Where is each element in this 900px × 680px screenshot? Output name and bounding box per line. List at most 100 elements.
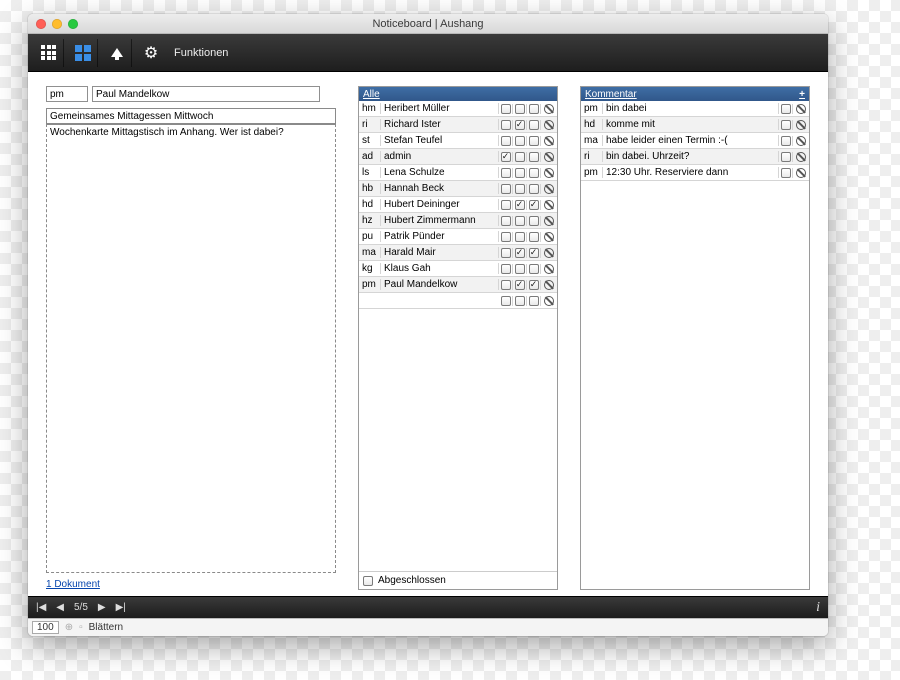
ban-icon[interactable] — [544, 280, 554, 290]
check-3[interactable] — [529, 200, 539, 210]
ban-icon[interactable] — [544, 264, 554, 274]
check-2[interactable] — [515, 200, 525, 210]
ban-icon[interactable] — [796, 136, 806, 146]
check-2[interactable] — [515, 152, 525, 162]
check-3[interactable] — [529, 152, 539, 162]
ban-icon[interactable] — [544, 184, 554, 194]
check-3[interactable] — [529, 184, 539, 194]
arrow-up-icon — [111, 48, 123, 57]
author-code-field[interactable] — [46, 86, 88, 102]
check-1[interactable] — [501, 280, 511, 290]
person-name: Harald Mair — [381, 247, 499, 258]
comment-code: hd — [581, 119, 603, 130]
check-3[interactable] — [529, 280, 539, 290]
comment-check[interactable] — [781, 104, 791, 114]
comment-code: pm — [581, 103, 603, 114]
ban-icon[interactable] — [796, 152, 806, 162]
check-2[interactable] — [515, 264, 525, 274]
check-2[interactable] — [515, 296, 525, 306]
check-2[interactable] — [515, 136, 525, 146]
comment-check[interactable] — [781, 168, 791, 178]
check-3[interactable] — [529, 120, 539, 130]
ban-icon[interactable] — [544, 120, 554, 130]
comments-header-label: Kommentar — [585, 89, 637, 100]
check-2[interactable] — [515, 216, 525, 226]
closed-checkbox[interactable] — [363, 576, 373, 586]
people-footer: Abgeschlossen — [359, 571, 557, 589]
comment-row: pm12:30 Uhr. Reserviere dann — [581, 165, 809, 181]
comment-text: habe leider einen Termin :-( — [603, 135, 779, 146]
check-2[interactable] — [515, 232, 525, 242]
check-1[interactable] — [501, 232, 511, 242]
ban-icon[interactable] — [544, 200, 554, 210]
check-2[interactable] — [515, 104, 525, 114]
comment-check[interactable] — [781, 136, 791, 146]
check-2[interactable] — [515, 168, 525, 178]
comment-check[interactable] — [781, 152, 791, 162]
check-1[interactable] — [501, 216, 511, 226]
check-3[interactable] — [529, 248, 539, 258]
next-record-button[interactable]: ▶ — [98, 602, 106, 613]
last-record-button[interactable]: ▶| — [116, 602, 126, 613]
check-2[interactable] — [515, 248, 525, 258]
check-2[interactable] — [515, 120, 525, 130]
check-1[interactable] — [501, 168, 511, 178]
check-3[interactable] — [529, 168, 539, 178]
author-name-field[interactable] — [92, 86, 320, 102]
prev-record-button[interactable]: ◀ — [56, 602, 64, 613]
check-3[interactable] — [529, 216, 539, 226]
functions-button[interactable]: ⚙ — [136, 39, 166, 67]
zoom-field[interactable]: 100 — [32, 621, 59, 634]
ban-icon[interactable] — [544, 232, 554, 242]
info-button[interactable]: i — [816, 600, 820, 616]
gear-icon: ⚙ — [144, 43, 158, 63]
check-3[interactable] — [529, 296, 539, 306]
grid-view-button[interactable] — [34, 39, 64, 67]
person-name: admin — [381, 151, 499, 162]
ban-icon[interactable] — [544, 168, 554, 178]
ban-icon[interactable] — [796, 104, 806, 114]
ban-icon[interactable] — [796, 120, 806, 130]
people-row: hdHubert Deininger — [359, 197, 557, 213]
check-2[interactable] — [515, 280, 525, 290]
attachments-link[interactable]: 1 Dokument — [46, 579, 336, 590]
person-code: ri — [359, 119, 381, 130]
person-code: hd — [359, 199, 381, 210]
check-3[interactable] — [529, 232, 539, 242]
check-3[interactable] — [529, 104, 539, 114]
comment-check[interactable] — [781, 120, 791, 130]
comment-row: pmbin dabei — [581, 101, 809, 117]
check-1[interactable] — [501, 104, 511, 114]
add-comment-button[interactable]: + — [799, 89, 805, 100]
ban-icon[interactable] — [544, 216, 554, 226]
upload-button[interactable] — [102, 39, 132, 67]
check-3[interactable] — [529, 136, 539, 146]
check-1[interactable] — [501, 248, 511, 258]
subject-field[interactable] — [46, 108, 336, 124]
check-3[interactable] — [529, 264, 539, 274]
ban-icon[interactable] — [796, 168, 806, 178]
check-1[interactable] — [501, 184, 511, 194]
divider: ⊕ — [65, 622, 73, 633]
body-field[interactable]: Wochenkarte Mittagstisch im Anhang. Wer … — [46, 124, 336, 573]
check-1[interactable] — [501, 264, 511, 274]
person-code: hz — [359, 215, 381, 226]
tile-view-button[interactable] — [68, 39, 98, 67]
check-1[interactable] — [501, 296, 511, 306]
check-1[interactable] — [501, 152, 511, 162]
check-1[interactable] — [501, 200, 511, 210]
person-code: st — [359, 135, 381, 146]
ban-icon[interactable] — [544, 104, 554, 114]
ban-icon[interactable] — [544, 136, 554, 146]
people-row: maHarald Mair — [359, 245, 557, 261]
person-name: Richard Ister — [381, 119, 499, 130]
check-1[interactable] — [501, 120, 511, 130]
check-1[interactable] — [501, 136, 511, 146]
closed-label: Abgeschlossen — [378, 575, 446, 586]
first-record-button[interactable]: |◀ — [36, 602, 46, 613]
check-2[interactable] — [515, 184, 525, 194]
ban-icon[interactable] — [544, 296, 554, 306]
people-row: pmPaul Mandelkow — [359, 277, 557, 293]
ban-icon[interactable] — [544, 248, 554, 258]
ban-icon[interactable] — [544, 152, 554, 162]
